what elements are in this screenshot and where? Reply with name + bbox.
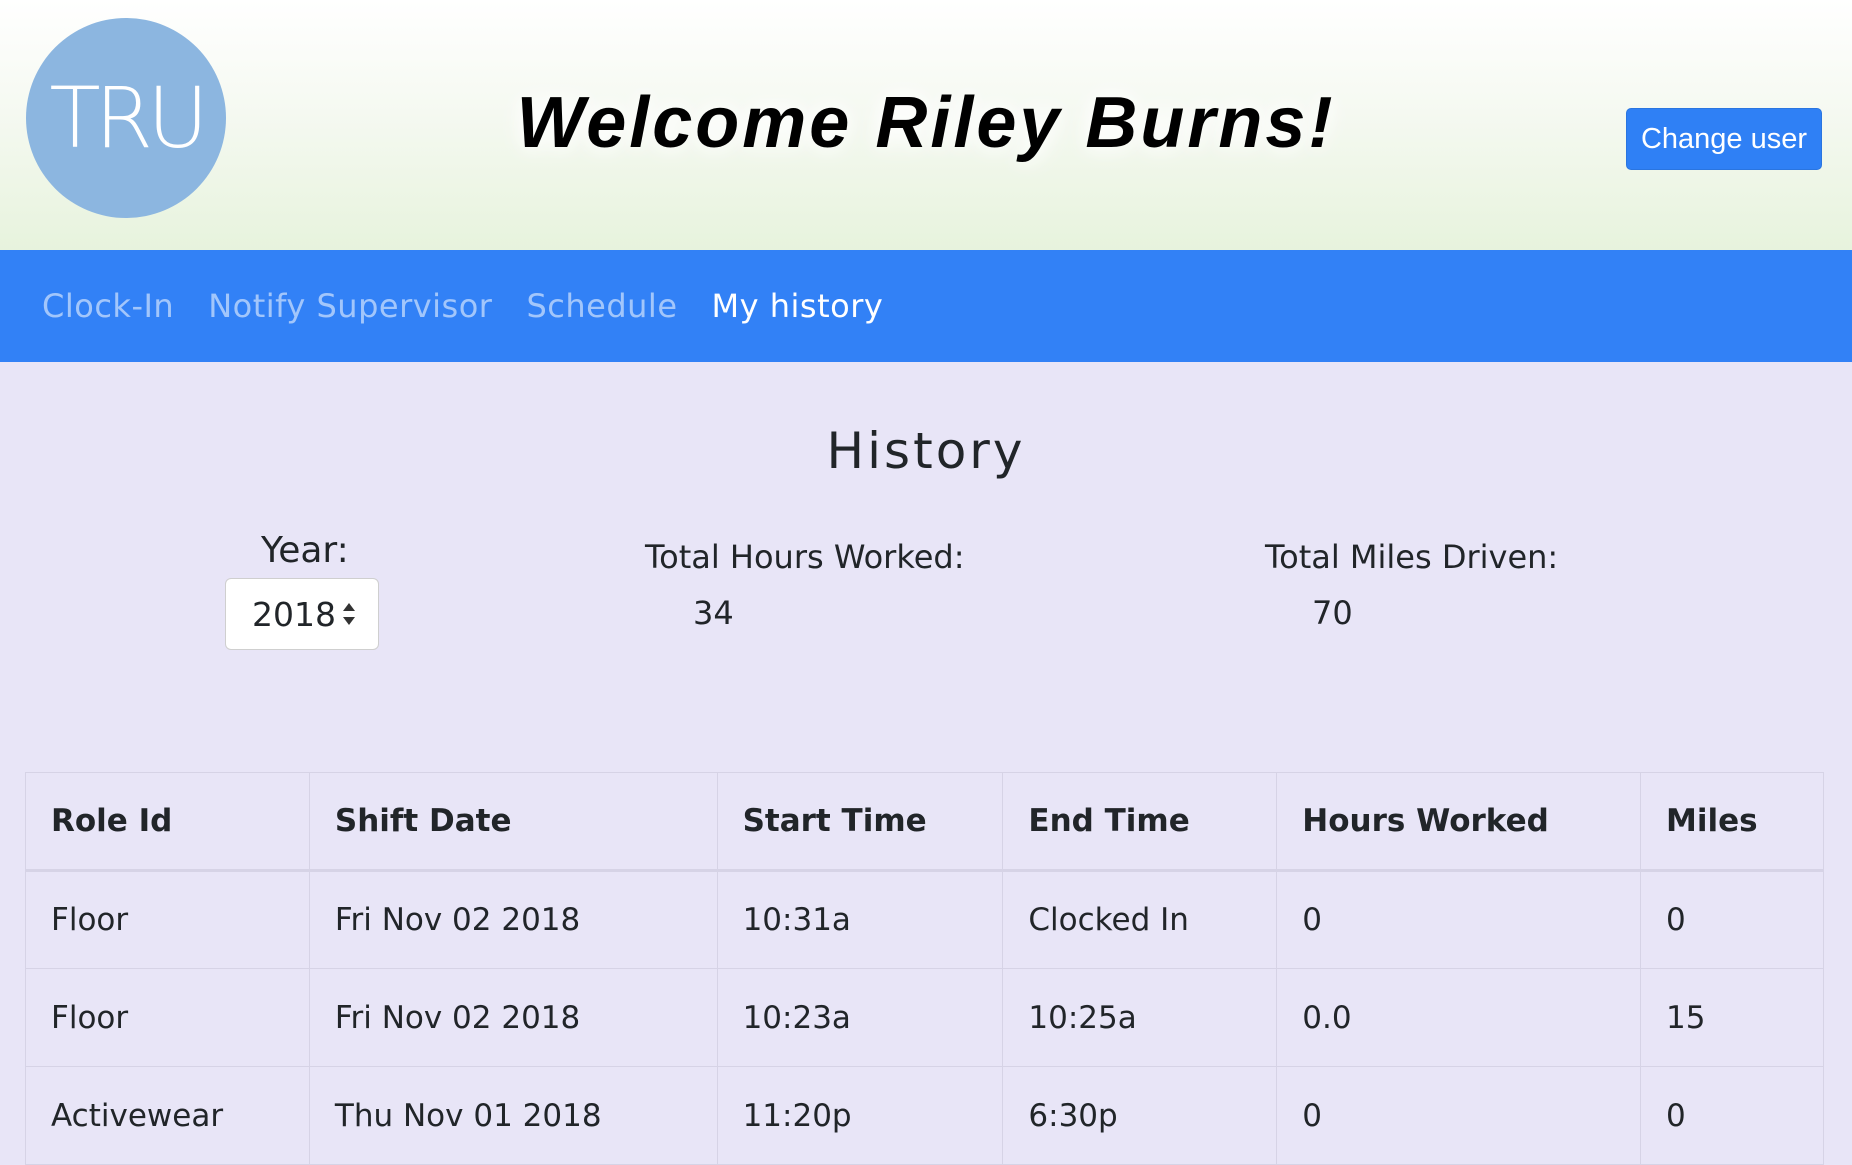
nav-notify-supervisor[interactable]: Notify Supervisor [208,287,492,325]
column-header-hours-worked: Hours Worked [1276,772,1642,872]
table-header-row: Role Id Shift Date Start Time End Time H… [25,772,1824,872]
table-row: Floor Fri Nov 02 2018 10:31a Clocked In … [25,870,1824,969]
select-arrows-icon [343,603,355,625]
cell-role-id: Floor [25,968,310,1067]
total-miles-label: Total Miles Driven: [1265,538,1559,576]
cell-miles: 15 [1640,968,1824,1067]
total-miles-value: 70 [1312,594,1353,632]
column-header-shift-date: Shift Date [308,772,718,872]
year-select-value: 2018 [252,594,336,634]
cell-end-time: 10:25a [1002,968,1278,1067]
column-header-miles: Miles [1640,772,1824,872]
header: TRU Welcome Riley Burns! Change user [0,0,1852,250]
table-row: Floor Fri Nov 02 2018 10:23a 10:25a 0.0 … [25,968,1824,1067]
main-nav: Clock-In Notify Supervisor Schedule My h… [0,250,1852,362]
year-label: Year: [261,530,349,571]
page-title: History [826,422,1026,480]
total-hours-value: 34 [693,594,734,632]
cell-hours-worked: 0.0 [1276,968,1642,1067]
cell-shift-date: Thu Nov 01 2018 [308,1066,718,1165]
welcome-heading: Welcome Riley Burns! [516,83,1336,163]
column-header-start-time: Start Time [716,772,1004,872]
change-user-button[interactable]: Change user [1626,108,1822,170]
cell-end-time: 6:30p [1002,1066,1278,1165]
nav-clock-in[interactable]: Clock-In [42,287,174,325]
nav-my-history[interactable]: My history [712,287,884,325]
column-header-role-id: Role Id [25,772,310,872]
year-select[interactable]: 2018 [225,578,379,650]
cell-miles: 0 [1640,1066,1824,1165]
cell-role-id: Activewear [25,1066,310,1165]
cell-hours-worked: 0 [1276,1066,1642,1165]
cell-start-time: 10:31a [716,870,1004,969]
cell-shift-date: Fri Nov 02 2018 [308,870,718,969]
cell-start-time: 11:20p [716,1066,1004,1165]
cell-end-time: Clocked In [1002,870,1278,969]
stats-section: Year: 2018 Total Hours Worked: 34 Total … [0,480,1852,710]
cell-shift-date: Fri Nov 02 2018 [308,968,718,1067]
cell-start-time: 10:23a [716,968,1004,1067]
cell-hours-worked: 0 [1276,870,1642,969]
history-table: Role Id Shift Date Start Time End Time H… [25,772,1824,1165]
cell-role-id: Floor [25,870,310,969]
total-hours-label: Total Hours Worked: [645,538,965,576]
nav-schedule[interactable]: Schedule [526,287,677,325]
cell-miles: 0 [1640,870,1824,969]
table-row: Activewear Thu Nov 01 2018 11:20p 6:30p … [25,1066,1824,1165]
column-header-end-time: End Time [1002,772,1278,872]
